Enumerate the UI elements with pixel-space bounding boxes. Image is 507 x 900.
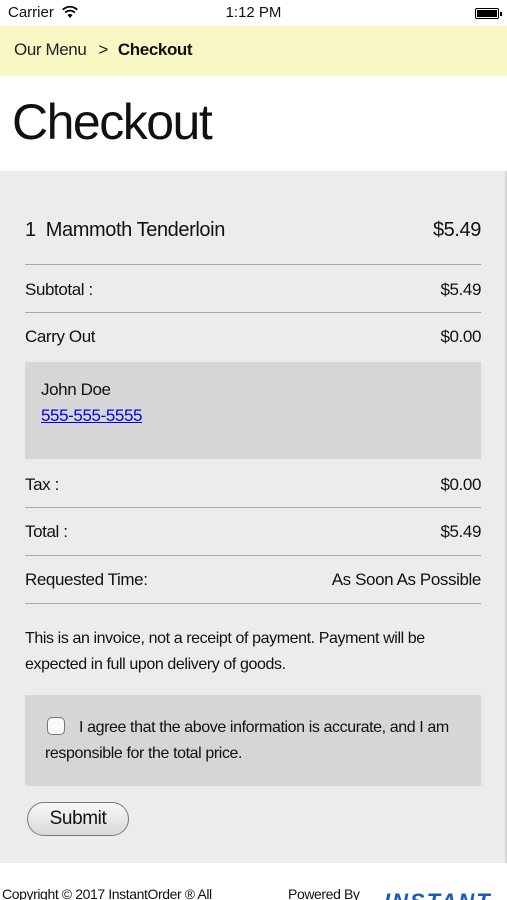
invoice-note: This is an invoice, not a receipt of pay… bbox=[25, 630, 425, 673]
total-label: Total : bbox=[25, 522, 68, 541]
customer-phone-link[interactable]: 555-555-5555 bbox=[41, 406, 142, 426]
tax-value: $0.00 bbox=[440, 475, 481, 494]
footer: Copyright © 2017 InstantOrder ® All Powe… bbox=[0, 863, 507, 900]
breadcrumb-our-menu[interactable]: Our Menu bbox=[14, 40, 87, 59]
page-title: Checkout bbox=[12, 94, 213, 150]
subtotal-value: $5.49 bbox=[440, 280, 481, 299]
total-value: $5.49 bbox=[440, 522, 481, 541]
status-bar: Carrier 1:12 PM bbox=[0, 0, 507, 26]
item-name: Mammoth Tenderloin bbox=[45, 219, 226, 241]
instant-logo[interactable]: INSTANT bbox=[384, 889, 492, 900]
service-fee-value: $0.00 bbox=[440, 327, 481, 346]
breadcrumb-separator: > bbox=[98, 40, 108, 59]
tax-label: Tax : bbox=[25, 475, 59, 494]
divider bbox=[25, 264, 481, 265]
item-quantity: 1 bbox=[25, 219, 36, 241]
divider bbox=[25, 603, 481, 604]
subtotal-label: Subtotal : bbox=[25, 280, 93, 299]
total-row: Total : $5.49 bbox=[25, 522, 481, 542]
breadcrumb: Our Menu > Checkout bbox=[0, 26, 507, 76]
subtotal-row: Subtotal : $5.49 bbox=[25, 280, 481, 300]
breadcrumb-current: Checkout bbox=[117, 40, 193, 59]
requested-time-label: Requested Time: bbox=[25, 570, 148, 589]
order-summary-panel: 1 Mammoth Tenderloin $5.49 Subtotal : $5.… bbox=[0, 171, 507, 863]
order-item-row: 1 Mammoth Tenderloin $5.49 bbox=[25, 219, 481, 242]
divider bbox=[25, 555, 481, 556]
item-price: $5.49 bbox=[432, 219, 481, 241]
agree-checkbox[interactable] bbox=[47, 717, 65, 735]
requested-time-value: As Soon As Possible bbox=[331, 570, 482, 589]
service-row: Carry Out $0.00 bbox=[25, 327, 481, 347]
requested-time-row: Requested Time: As Soon As Possible bbox=[25, 570, 481, 590]
tax-row: Tax : $0.00 bbox=[25, 475, 481, 495]
copyright-text: Copyright © 2017 InstantOrder ® All bbox=[2, 886, 212, 900]
agree-text: I agree that the above information is ac… bbox=[45, 719, 449, 762]
service-type-label: Carry Out bbox=[25, 327, 96, 346]
powered-by-label: Powered By bbox=[288, 886, 360, 900]
customer-contact-box: John Doe 555-555-5555 bbox=[25, 362, 481, 459]
divider bbox=[25, 507, 481, 508]
divider bbox=[25, 312, 481, 313]
battery-icon bbox=[475, 8, 502, 19]
submit-button[interactable]: Submit bbox=[27, 802, 129, 836]
customer-name: John Doe bbox=[41, 380, 111, 399]
clock: 1:12 PM bbox=[225, 4, 282, 21]
agreement-box: I agree that the above information is ac… bbox=[25, 695, 481, 786]
